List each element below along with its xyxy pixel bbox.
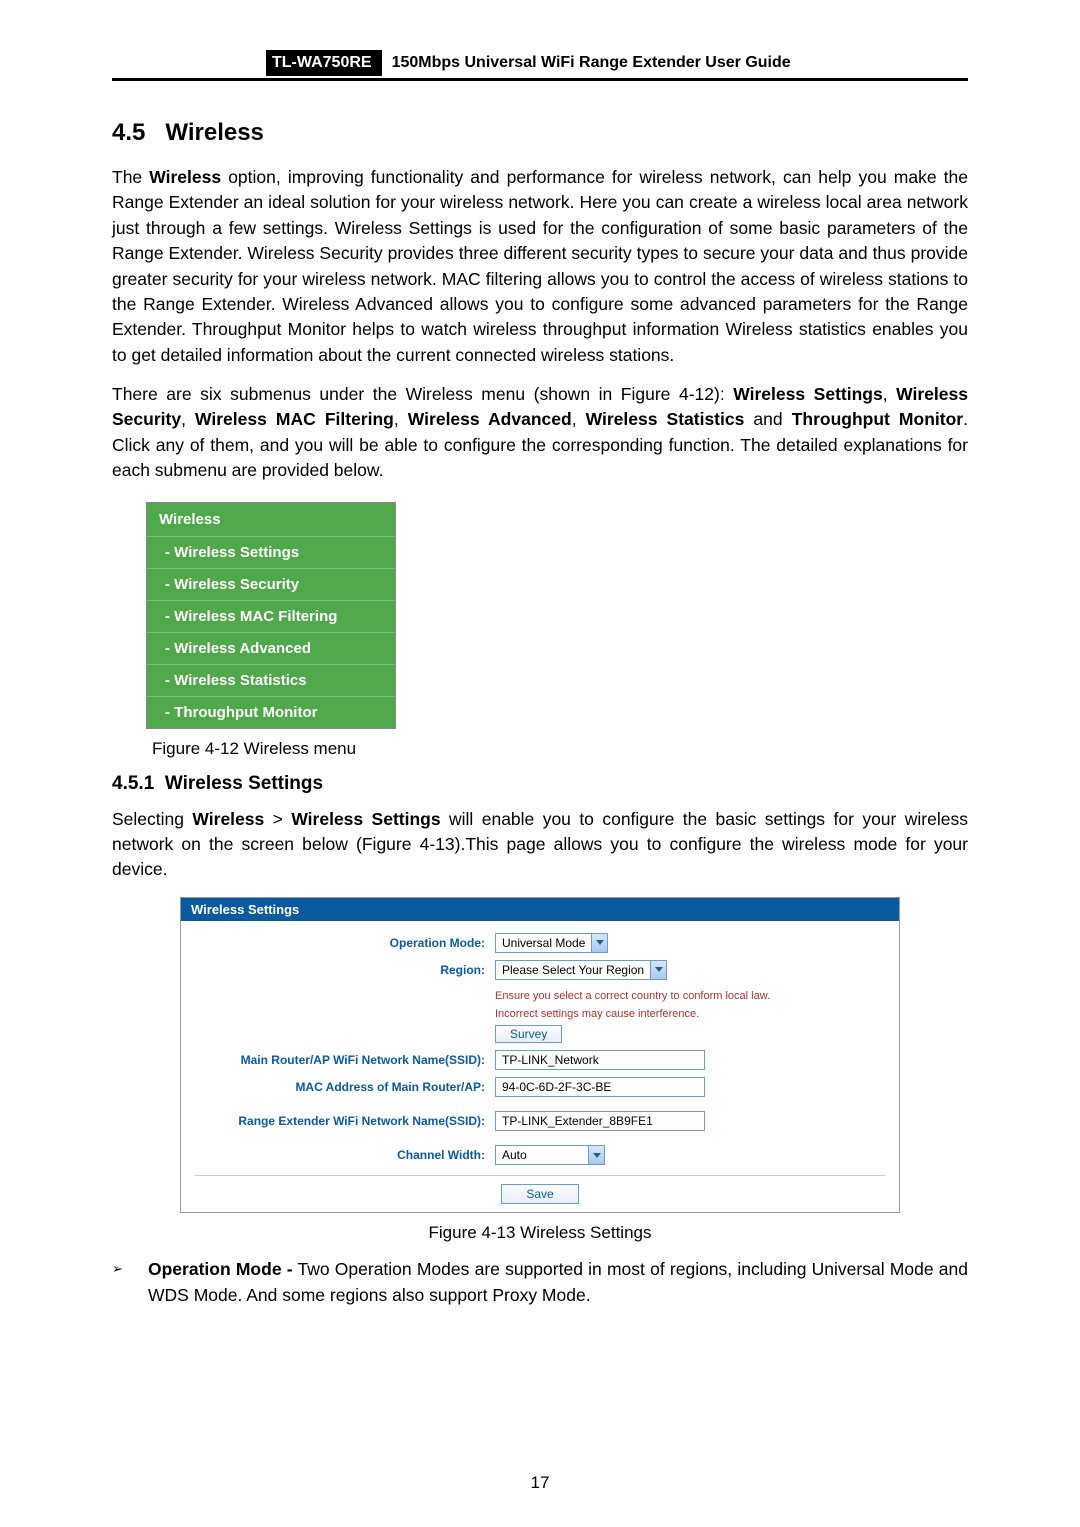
mac-main-input[interactable]: 94-0C-6D-2F-3C-BE [495,1077,705,1097]
section-number: 4.5 [112,119,145,146]
subsection-heading: 4.5.1 Wireless Settings [112,773,968,795]
label-channel-width: Channel Width: [195,1148,495,1162]
paragraph-submenus: There are six submenus under the Wireles… [112,382,968,484]
header-model: TL-WA750RE [266,50,382,76]
paragraph-wireless-settings-intro: Selecting Wireless > Wireless Settings w… [112,807,968,883]
region-value: Please Select Your Region [496,963,650,977]
bullet-operation-mode: ➢ Operation Mode - Two Operation Modes a… [112,1257,968,1308]
menu-item-wireless-advanced: - Wireless Advanced [147,633,395,665]
subsection-title: Wireless Settings [165,773,323,794]
menu-item-wireless-settings: - Wireless Settings [147,537,395,569]
operation-mode-select[interactable]: Universal Mode [495,933,608,953]
region-select[interactable]: Please Select Your Region [495,960,667,980]
header-title: 150Mbps Universal WiFi Range Extender Us… [382,50,791,76]
label-extender-ssid: Range Extender WiFi Network Name(SSID): [195,1114,495,1128]
extender-ssid-input[interactable]: TP-LINK_Extender_8B9FE1 [495,1111,705,1131]
save-button[interactable]: Save [501,1184,578,1204]
label-region: Region: [195,963,495,977]
panel-title: Wireless Settings [181,898,899,921]
label-main-ssid: Main Router/AP WiFi Network Name(SSID): [195,1053,495,1067]
section-heading: 4.5 Wireless [112,119,968,147]
wireless-settings-figure: Wireless Settings Operation Mode: Univer… [180,897,900,1214]
main-ssid-input[interactable]: TP-LINK_Network [495,1050,705,1070]
survey-button[interactable]: Survey [495,1025,562,1043]
region-hint-line1: Ensure you select a correct country to c… [495,989,885,1003]
menu-head-wireless: Wireless [147,503,395,537]
label-operation-mode: Operation Mode: [195,936,495,950]
channel-width-select[interactable]: Auto [495,1145,605,1165]
paragraph-intro: The Wireless option, improving functiona… [112,165,968,368]
page-number: 17 [0,1473,1080,1493]
chevron-down-icon [588,1146,604,1164]
menu-item-wireless-security: - Wireless Security [147,569,395,601]
subsection-number: 4.5.1 [112,773,154,794]
page-header: TL-WA750RE 150Mbps Universal WiFi Range … [112,50,968,81]
menu-item-wireless-mac-filtering: - Wireless MAC Filtering [147,601,395,633]
menu-item-throughput-monitor: - Throughput Monitor [147,697,395,728]
menu-item-wireless-statistics: - Wireless Statistics [147,665,395,697]
wireless-menu-figure: Wireless - Wireless Settings - Wireless … [146,502,396,729]
operation-mode-value: Universal Mode [496,936,591,950]
region-hint-line2: Incorrect settings may cause interferenc… [495,1007,885,1021]
chevron-down-icon [591,934,607,952]
bullet-icon: ➢ [112,1257,148,1308]
channel-width-value: Auto [496,1148,533,1162]
figure-4-13-caption: Figure 4-13 Wireless Settings [112,1223,968,1243]
label-mac-main: MAC Address of Main Router/AP: [195,1080,495,1094]
figure-4-12-caption: Figure 4-12 Wireless menu [152,739,968,759]
chevron-down-icon [650,961,666,979]
section-title: Wireless [165,119,264,146]
bullet-title: Operation Mode - [148,1259,293,1279]
